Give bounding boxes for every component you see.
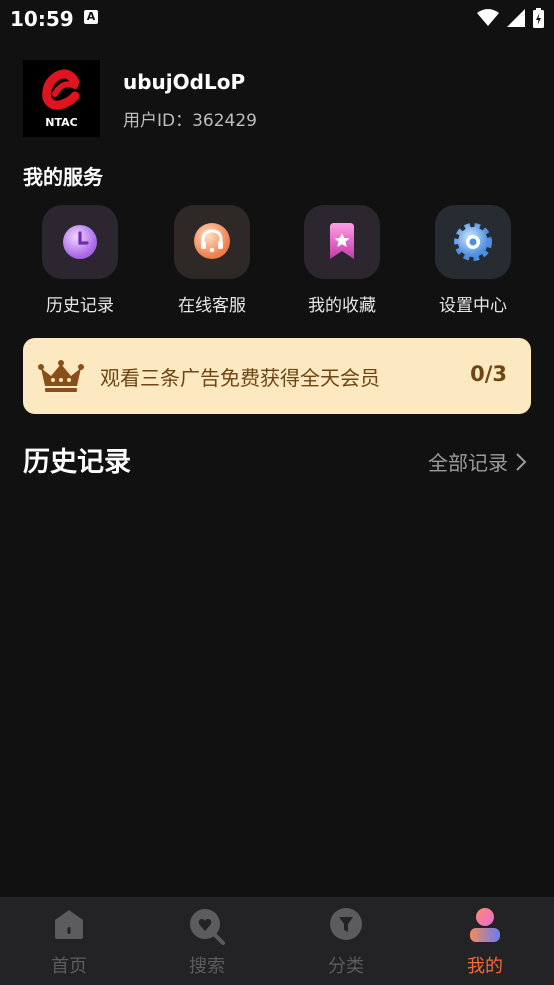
all-history-label: 全部记录 (428, 451, 508, 475)
bookmark-star-icon (330, 223, 354, 259)
user-id: 用户ID：362429 (123, 111, 257, 131)
app-logo-icon (42, 69, 80, 110)
bottom-tab-bar: 首页 搜索 分类 我的 (0, 897, 554, 985)
chevron-right-icon (516, 452, 527, 471)
status-bar: 10:59 A (0, 0, 554, 36)
service-label: 我的收藏 (308, 296, 376, 316)
tab-home[interactable]: 首页 (0, 897, 138, 985)
notification-icon: A (84, 10, 98, 24)
service-favorites[interactable]: 我的收藏 (292, 205, 392, 316)
search-icon (190, 909, 225, 945)
category-icon (330, 908, 362, 940)
support-tile (174, 205, 250, 279)
service-history[interactable]: 历史记录 (30, 205, 130, 316)
avatar-label: NTAC (45, 116, 78, 129)
favorites-tile (304, 205, 380, 279)
service-label: 历史记录 (46, 296, 114, 316)
history-tile (42, 205, 118, 279)
history-title: 历史记录 (23, 447, 131, 478)
profile-icon (470, 908, 500, 942)
status-time: 10:59 (10, 7, 74, 31)
tab-category[interactable]: 分类 (277, 897, 415, 985)
gear-icon (454, 223, 492, 261)
tab-label: 分类 (328, 956, 364, 977)
service-label: 设置中心 (439, 296, 507, 316)
avatar[interactable]: NTAC (23, 60, 100, 137)
signal-icon (507, 9, 525, 27)
tab-label: 搜索 (189, 956, 225, 977)
tab-label: 我的 (467, 956, 503, 977)
vip-ad-banner[interactable]: 观看三条广告免费获得全天会员 0/3 (23, 338, 531, 414)
status-icons (477, 8, 544, 28)
services-title: 我的服务 (23, 165, 103, 189)
tab-search[interactable]: 搜索 (138, 897, 276, 985)
headset-icon (194, 223, 230, 259)
all-history-link[interactable]: 全部记录 (428, 447, 528, 476)
service-label: 在线客服 (178, 296, 246, 316)
wifi-icon (477, 9, 499, 26)
profile-header: NTAC ubujOdLoP 用户ID：362429 (23, 60, 533, 138)
service-support[interactable]: 在线客服 (162, 205, 262, 316)
banner-progress: 0/3 (470, 362, 507, 386)
tab-label: 首页 (51, 956, 87, 977)
banner-text: 观看三条广告免费获得全天会员 (100, 366, 380, 390)
settings-tile (435, 205, 511, 279)
tab-profile[interactable]: 我的 (416, 897, 554, 985)
crown-icon (38, 360, 84, 392)
username: ubujOdLoP (123, 70, 246, 94)
home-icon (55, 910, 83, 939)
service-settings[interactable]: 设置中心 (423, 205, 523, 316)
battery-icon (533, 8, 544, 28)
clock-icon (63, 225, 97, 259)
